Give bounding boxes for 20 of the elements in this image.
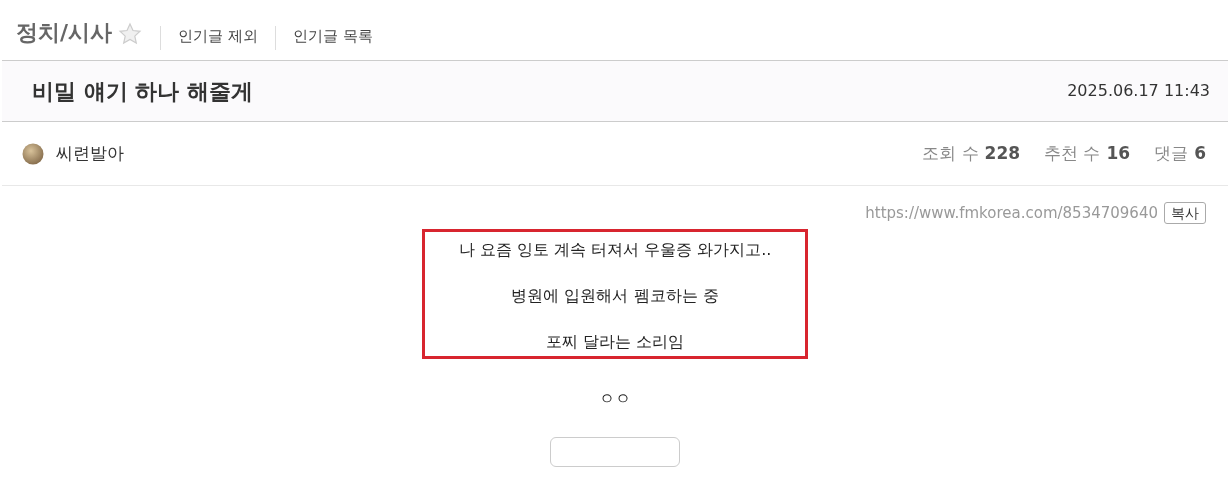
- quote-line: 나 요즘 잉토 계속 터져서 우울증 와가지고..: [458, 238, 772, 261]
- stat-label: 추천 수: [1044, 141, 1101, 165]
- copy-button[interactable]: 복사: [1164, 202, 1206, 225]
- stat-label: 조회 수: [922, 141, 979, 165]
- board-link[interactable]: 인기글 제외: [161, 29, 275, 44]
- stat-value: 228: [984, 141, 1021, 165]
- board-title: 정치/시사: [16, 22, 113, 44]
- avatar-icon: [22, 142, 44, 165]
- post-title: 비밀 얘기 하나 해줄게: [32, 77, 253, 106]
- author-name[interactable]: 씨련발아: [56, 140, 124, 167]
- quote-line: 포찌 달라는 소리임: [545, 330, 685, 353]
- board-link[interactable]: 인기글 목록: [275, 29, 390, 44]
- stat-label: 댓글: [1154, 141, 1189, 165]
- post-url: https://www.fmkorea.com/8534709640: [865, 203, 1158, 224]
- star-icon[interactable]: [118, 22, 143, 46]
- post-date: 2025.06.17 11:43: [1067, 80, 1210, 102]
- body-text: ㅇㅇ: [599, 387, 631, 410]
- quote-line: 병원에 입원해서 펨코하는 중: [511, 284, 719, 307]
- stat-value: 16: [1106, 141, 1131, 165]
- stat-value: 6: [1194, 141, 1206, 165]
